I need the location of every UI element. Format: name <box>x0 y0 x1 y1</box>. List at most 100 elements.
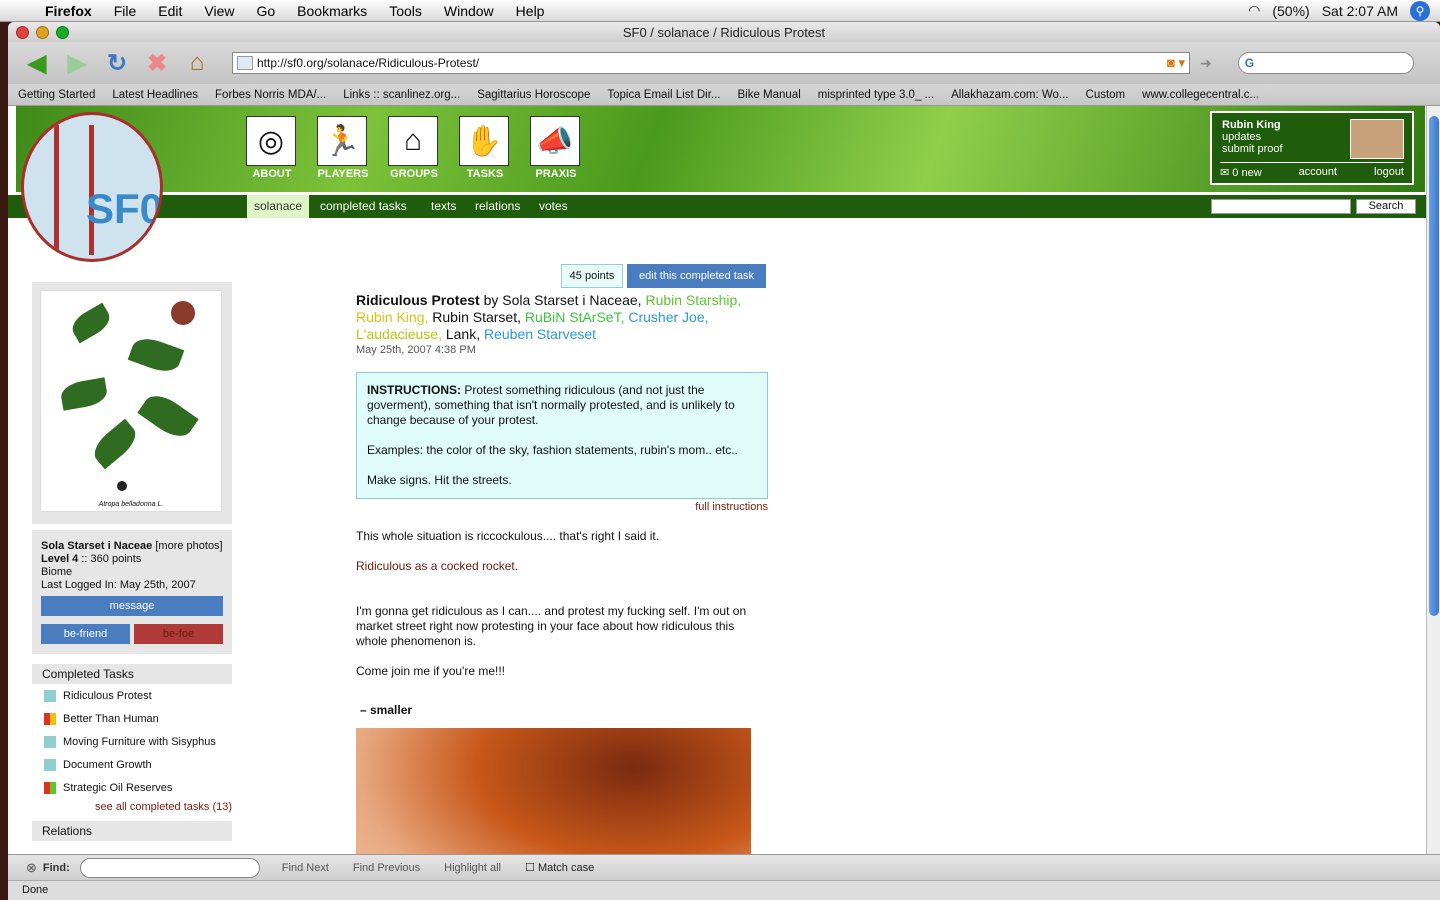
nav-label: GROUPS <box>390 168 438 180</box>
message-button[interactable]: message <box>41 596 223 616</box>
vertical-scrollbar[interactable] <box>1426 106 1440 854</box>
task-main: Ridiculous Protest by Sola Starset i Nac… <box>356 266 768 854</box>
smaller-toggle[interactable]: – smaller <box>356 703 768 718</box>
profile-photo[interactable]: Atropa belladonna L. <box>32 282 232 524</box>
task-link[interactable]: Strategic Oil Reserves <box>63 782 172 794</box>
bookmark-item[interactable]: Bike Manual <box>737 89 800 101</box>
bookmark-item[interactable]: Topica Email List Dir... <box>607 89 720 101</box>
url-bar[interactable]: http://sf0.org/solanace/Ridiculous-Prote… <box>232 52 1190 74</box>
home-icon[interactable]: ⌂ <box>182 48 212 78</box>
account-link[interactable]: account <box>1299 166 1338 179</box>
tab-votes[interactable]: votes <box>539 195 568 218</box>
url-text[interactable]: http://sf0.org/solanace/Ridiculous-Prote… <box>257 56 479 70</box>
tab-relations[interactable]: relations <box>475 195 520 218</box>
befoe-button[interactable]: be-foe <box>134 624 223 644</box>
spotlight-icon[interactable]: ⚲ <box>1410 0 1430 21</box>
task-link[interactable]: Document Growth <box>63 759 152 771</box>
back-icon[interactable]: ◀ <box>22 48 52 78</box>
bookmark-item[interactable]: Forbes Norris MDA/... <box>215 89 326 101</box>
see-all-tasks-link[interactable]: see all completed tasks (13) <box>32 801 232 813</box>
menu-help[interactable]: Help <box>505 3 556 19</box>
rss-icon[interactable]: ◙ ▾ <box>1167 55 1189 71</box>
highlight-all-button[interactable]: Highlight all <box>444 862 501 874</box>
tab-solanace[interactable]: solanace <box>247 195 310 218</box>
find-input[interactable] <box>79 857 260 878</box>
menu-bookmarks[interactable]: Bookmarks <box>286 3 378 19</box>
player-link[interactable]: Crusher Joe, <box>628 309 708 325</box>
bookmark-item[interactable]: Getting Started <box>18 89 95 101</box>
nav-label: TASKS <box>466 168 504 180</box>
player-link[interactable]: Rubin King, <box>356 309 428 325</box>
profile-type: Biome <box>41 566 73 578</box>
tab-completed-tasks[interactable]: completed tasks <box>320 195 407 218</box>
bookmark-item[interactable]: Latest Headlines <box>112 89 198 101</box>
wifi-icon[interactable]: ◠ <box>1248 2 1260 19</box>
nav-praxis[interactable]: 📣 PRAXIS <box>530 116 582 180</box>
clock[interactable]: Sat 2:07 AM <box>1322 3 1398 19</box>
navigation-toolbar: ◀ ▶ ↻ ✖ ⌂ http://sf0.org/solanace/Ridicu… <box>8 42 1440 84</box>
find-next-button[interactable]: Find Next <box>282 862 329 874</box>
scrollbar-thumb[interactable] <box>1429 116 1439 616</box>
sf0-logo[interactable]: SF0 <box>21 112 163 262</box>
task-link[interactable]: Moving Furniture with Sisyphus <box>63 736 216 748</box>
houses-icon: ⌂ <box>388 116 438 166</box>
site-search-button[interactable]: Search <box>1356 199 1416 214</box>
menu-go[interactable]: Go <box>245 3 286 19</box>
window-title: SF0 / solanace / Ridiculous Protest <box>622 24 826 40</box>
list-item[interactable]: Better Than Human <box>32 707 232 730</box>
google-icon[interactable]: G <box>1245 56 1254 70</box>
site-search-input[interactable] <box>1211 199 1351 214</box>
player-link[interactable]: RuBiN StArSeT, <box>525 309 625 325</box>
nav-tasks[interactable]: ✋ TASKS <box>459 116 511 180</box>
find-previous-button[interactable]: Find Previous <box>353 862 420 874</box>
nav-about[interactable]: ◎ ABOUT <box>246 116 298 180</box>
logo-text: SF0 <box>86 185 163 232</box>
menu-edit[interactable]: Edit <box>147 3 193 19</box>
profile-info: Sola Starset i Naceae [more photos] Leve… <box>32 530 232 654</box>
task-link[interactable]: Ridiculous Protest <box>63 690 152 702</box>
mac-menubar: Firefox File Edit View Go Bookmarks Tool… <box>0 0 1440 22</box>
bookmark-item[interactable]: Custom <box>1086 89 1126 101</box>
player-link[interactable]: Reuben Starveset <box>484 326 596 342</box>
list-item[interactable]: Ridiculous Protest <box>32 684 232 707</box>
menu-window[interactable]: Window <box>433 3 505 19</box>
browser-window: SF0 / solanace / Ridiculous Protest ◀ ▶ … <box>8 22 1440 900</box>
player-link[interactable]: Rubin Starset, <box>432 309 521 325</box>
logout-link[interactable]: logout <box>1374 166 1404 179</box>
list-item[interactable]: Document Growth <box>32 753 232 776</box>
instructions-label: INSTRUCTIONS: <box>367 383 461 397</box>
menu-view[interactable]: View <box>193 3 245 19</box>
stop-icon[interactable]: ✖ <box>142 48 172 78</box>
more-photos-link[interactable]: [more photos] <box>155 540 222 552</box>
bookmark-item[interactable]: Links :: scanlinez.org... <box>343 89 460 101</box>
forward-icon[interactable]: ▶ <box>62 48 92 78</box>
battery-status[interactable]: (50%) <box>1272 3 1309 19</box>
menu-file[interactable]: File <box>103 3 148 19</box>
bookmark-item[interactable]: Allakhazam.com: Wo... <box>951 89 1068 101</box>
player-link[interactable]: Rubin Starship, <box>645 292 741 308</box>
bookmark-item[interactable]: Sagittarius Horoscope <box>477 89 590 101</box>
go-icon[interactable]: ➜ <box>1200 55 1212 72</box>
menu-app[interactable]: Firefox <box>34 3 103 19</box>
bookmark-item[interactable]: misprinted type 3.0_ ... <box>818 89 934 101</box>
avatar[interactable] <box>1350 119 1404 159</box>
match-case-checkbox[interactable]: ☐ Match case <box>525 861 594 874</box>
task-link[interactable]: Better Than Human <box>63 713 159 725</box>
bookmark-item[interactable]: www.collegecentral.c... <box>1142 89 1259 101</box>
player-link[interactable]: L'audacieuse, <box>356 326 442 342</box>
list-item[interactable]: Strategic Oil Reserves <box>32 776 232 799</box>
close-find-icon[interactable]: ⊗ <box>26 860 37 876</box>
list-item[interactable]: Moving Furniture with Sisyphus <box>32 730 232 753</box>
menu-tools[interactable]: Tools <box>378 3 433 19</box>
tab-texts[interactable]: texts <box>431 195 456 218</box>
befriend-button[interactable]: be-friend <box>41 624 130 644</box>
search-engine-box[interactable]: G <box>1237 52 1414 74</box>
messages-new[interactable]: ✉ 0 new <box>1220 166 1262 179</box>
full-instructions-link[interactable]: full instructions <box>356 500 768 515</box>
nav-players[interactable]: 🏃 PLAYERS <box>317 116 369 180</box>
user-box: Rubin King updates submit proof ✉ 0 new … <box>1210 111 1414 185</box>
proof-photo[interactable] <box>356 728 751 854</box>
nav-groups[interactable]: ⌂ GROUPS <box>388 116 440 180</box>
reload-icon[interactable]: ↻ <box>102 48 132 78</box>
player-link[interactable]: Lank, <box>446 326 480 342</box>
